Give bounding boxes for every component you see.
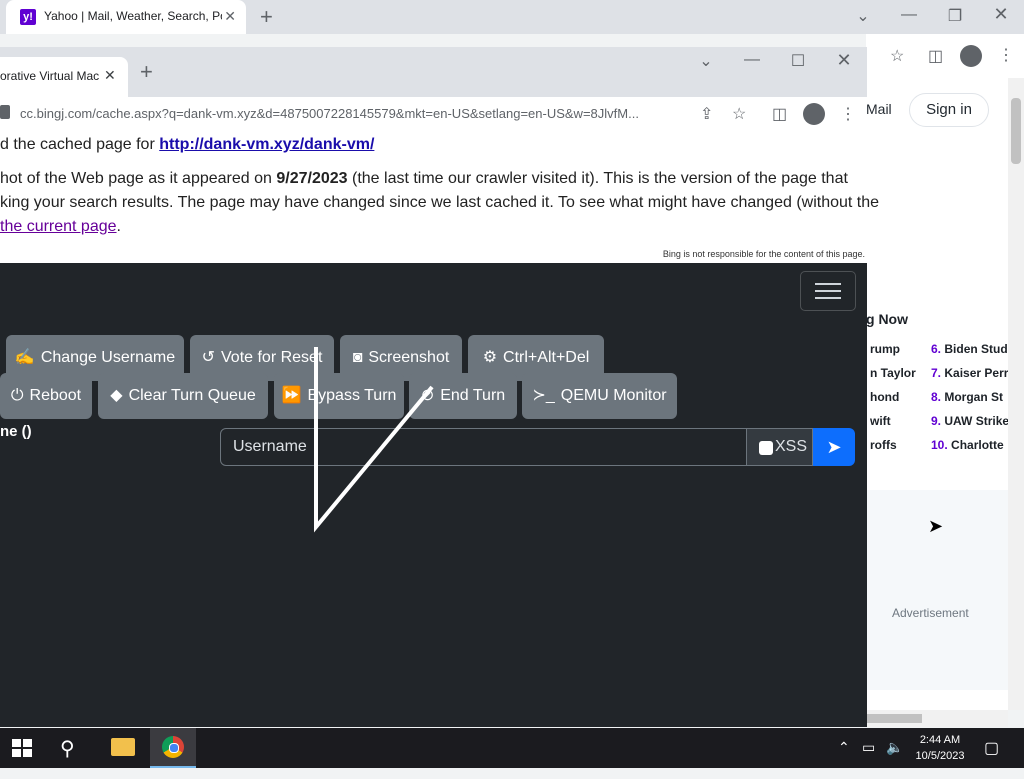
vertical-scrollbar[interactable] <box>1008 78 1024 710</box>
file-explorer-icon[interactable] <box>111 738 135 756</box>
menu-kebab-icon[interactable]: ⋮ <box>998 45 1014 65</box>
cache-line-4: the current page. <box>0 218 121 235</box>
restore-icon[interactable]: ❐ <box>932 6 978 26</box>
eraser-icon: ◆ <box>110 387 123 404</box>
advertisement-label: Advertisement <box>892 606 969 620</box>
power-icon: ⏻ <box>10 387 24 404</box>
trending-item[interactable]: n Taylor <box>870 366 928 380</box>
trending-item[interactable]: 7. Kaiser Perr <box>931 366 1008 380</box>
address-bar[interactable]: cc.bingj.com/cache.aspx?q=dank-vm.xyz&d=… <box>0 101 700 127</box>
tab-title: orative Virtual Mac <box>0 69 100 83</box>
notification-center-icon[interactable]: ▢ <box>984 738 999 778</box>
cache-line-3: king your search results. The page may h… <box>0 194 880 211</box>
yahoo-favicon-icon: y! <box>20 9 36 25</box>
profile-avatar-icon[interactable] <box>960 45 982 67</box>
minimize-icon[interactable]: — <box>886 6 932 24</box>
background-toolbar: ☆ ◫ ⋮ <box>866 34 1024 78</box>
clear-turn-queue-button[interactable]: ◆ Clear Turn Queue <box>98 373 268 419</box>
background-tab-yahoo[interactable]: y! Yahoo | Mail, Weather, Search, Po ✕ <box>6 0 246 34</box>
close-window-icon[interactable]: ✕ <box>978 4 1024 25</box>
collabvm-page: ✍ Change Username ↺ Vote for Reset ◙ Screen… <box>0 263 867 727</box>
trending-item[interactable]: roffs <box>870 438 928 452</box>
menu-kebab-icon[interactable]: ⋮ <box>840 104 856 124</box>
maximize-icon[interactable]: ☐ <box>775 51 821 71</box>
scrollbar-thumb[interactable] <box>1011 98 1021 164</box>
send-button[interactable]: ➤ <box>813 428 855 466</box>
windows-taskbar: ⚲ ⌃ ▭ 🔈 2:44 AM 10/5/2023 ▢ <box>0 728 1024 768</box>
clock-time: 2:44 AM <box>919 734 961 746</box>
current-page-link[interactable]: the current page <box>0 218 117 235</box>
bing-cache-banner: d the cached page for http://dank-vm.xyz… <box>0 132 879 263</box>
mouse-cursor-icon: ➤ <box>928 516 944 536</box>
close-tab-icon[interactable]: ✕ <box>104 67 116 84</box>
xss-checkbox[interactable] <box>759 441 773 455</box>
drawn-checkmark <box>314 347 434 533</box>
clock-date: 10/5/2023 <box>915 750 965 762</box>
trending-item[interactable]: 9. UAW Strike <box>931 414 1008 428</box>
side-panel-icon[interactable]: ◫ <box>928 46 943 66</box>
chrome-taskbar-button[interactable] <box>150 728 196 768</box>
chrome-icon-center <box>169 743 179 753</box>
bookmark-star-icon[interactable]: ☆ <box>732 104 746 124</box>
trending-item[interactable]: wift <box>870 414 928 428</box>
tab-search-icon[interactable]: ⌄ <box>683 51 729 71</box>
search-icon[interactable]: ⚲ <box>60 736 75 776</box>
bing-disclaimer: Bing is not responsible for the content … <box>662 249 865 259</box>
terminal-icon: ≻_ <box>532 387 555 404</box>
taskbar-clock[interactable]: 2:44 AM 10/5/2023 <box>900 732 980 764</box>
new-tab-button[interactable]: + <box>260 6 273 28</box>
xss-toggle[interactable]: XSS <box>746 428 813 466</box>
new-tab-button[interactable]: + <box>140 61 153 83</box>
lock-icon[interactable] <box>0 105 10 119</box>
fast-forward-icon: ⏩ <box>281 387 302 404</box>
start-windows-icon[interactable] <box>12 739 32 757</box>
minimize-icon[interactable]: — <box>729 51 775 69</box>
scrollbar-thumb[interactable] <box>866 714 922 723</box>
rotate-icon: ↺ <box>201 349 215 366</box>
paper-plane-icon: ➤ <box>826 437 842 457</box>
trending-item[interactable]: rump <box>870 342 928 356</box>
bookmark-star-icon[interactable]: ☆ <box>890 46 904 66</box>
username-display: ne () <box>0 423 32 440</box>
hamburger-menu-button[interactable] <box>800 271 856 311</box>
cached-url-link[interactable]: http://dank-vm.xyz/dank-vm/ <box>159 136 374 153</box>
browser-toolbar: cc.bingj.com/cache.aspx?q=dank-vm.xyz&d=… <box>0 97 867 133</box>
reboot-button[interactable]: ⏻ Reboot <box>0 373 92 419</box>
profile-avatar-icon[interactable] <box>803 103 825 125</box>
cache-line-1: d the cached page for http://dank-vm.xyz… <box>0 136 375 153</box>
trending-item[interactable]: 6. Biden Stud <box>931 342 1008 356</box>
trending-heading: g Now <box>866 311 908 327</box>
tab-strip: orative Virtual Mac ✕ + ⌄ — ☐ ✕ <box>0 47 867 97</box>
cache-line-2: hot of the Web page as it appeared on 9/… <box>0 170 848 187</box>
tray-chevron-icon[interactable]: ⌃ <box>838 739 850 779</box>
gear-icon: ⚙ <box>482 349 498 366</box>
mail-link[interactable]: Mail <box>866 101 892 117</box>
front-browser-window: orative Virtual Mac ✕ + ⌄ — ☐ ✕ cc.bingj… <box>0 47 879 727</box>
close-window-icon[interactable]: ✕ <box>821 50 867 71</box>
user-edit-icon: ✍ <box>14 349 35 366</box>
trending-item[interactable]: hond <box>870 390 928 404</box>
qemu-monitor-button[interactable]: ≻_ QEMU Monitor <box>522 373 677 419</box>
sign-in-button[interactable]: Sign in <box>909 93 989 127</box>
tab-search-icon[interactable]: ⌄ <box>840 6 886 26</box>
close-tab-icon[interactable]: ✕ <box>224 8 236 25</box>
xss-label: XSS <box>775 438 808 455</box>
horizontal-scrollbar[interactable] <box>866 710 1008 727</box>
side-panel-icon[interactable]: ◫ <box>772 104 787 124</box>
network-icon[interactable]: ▭ <box>862 739 875 779</box>
background-tab-title: Yahoo | Mail, Weather, Search, Po <box>44 9 222 23</box>
share-icon[interactable]: ⇪ <box>700 104 713 124</box>
trending-item[interactable]: 8. Morgan St <box>931 390 1008 404</box>
trending-item[interactable]: 10. Charlotte <box>931 438 1008 452</box>
active-tab[interactable]: orative Virtual Mac ✕ <box>0 57 128 97</box>
